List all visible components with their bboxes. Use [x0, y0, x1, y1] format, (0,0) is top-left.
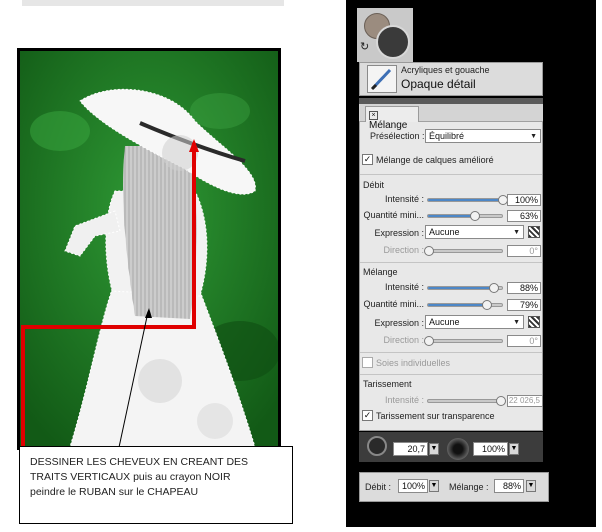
preset-dropdown[interactable]: Équilibré ▼: [425, 129, 541, 143]
debit-expression-label: Expression :: [374, 228, 424, 238]
brush-opacity-value[interactable]: 100%: [473, 442, 508, 456]
invert-expression-icon[interactable]: [528, 226, 540, 238]
debit-direction-slider[interactable]: [424, 246, 503, 256]
tarissement-transparency-checkbox[interactable]: ✓: [362, 410, 373, 421]
tab-close-icon[interactable]: ×: [369, 111, 378, 120]
tab-melange-label: Mélange: [369, 120, 408, 131]
chevron-down-icon: ▼: [530, 133, 537, 140]
brush-category-label: Acryliques et gouache: [401, 65, 490, 75]
melange-intensity-fill: [428, 287, 494, 289]
brush-opacity-dropdown-arrow[interactable]: ▼: [509, 443, 519, 455]
melange-min-qty-fill: [428, 304, 487, 306]
divider: [360, 174, 542, 175]
melange-intensity-knob[interactable]: [488, 283, 499, 293]
debit-intensity-fill: [428, 199, 502, 201]
melange-expression-dropdown[interactable]: Aucune ▼: [425, 315, 524, 329]
debit-intensity-label: Intensité :: [384, 194, 424, 204]
melange-direction-slider[interactable]: [424, 336, 503, 346]
melange-intensity-value[interactable]: 88%: [507, 282, 541, 294]
tarissement-intensity-slider[interactable]: [427, 396, 506, 406]
preset-value: Équilibré: [429, 131, 465, 141]
debit-intensity-slider[interactable]: [427, 195, 508, 205]
top-gray-strip: [22, 0, 284, 6]
tab-melange[interactable]: ×Mélange: [365, 106, 419, 131]
divider: [360, 262, 542, 263]
melange-direction-knob[interactable]: [424, 336, 434, 346]
debit-direction-label: Direction :: [383, 245, 424, 255]
melange-expression-value: Aucune: [429, 317, 460, 327]
divider: [360, 374, 542, 375]
status-melange-value[interactable]: 88%: [494, 479, 524, 493]
tarissement-section-title: Tarissement: [363, 379, 412, 389]
melange-expression-label: Expression :: [374, 318, 424, 328]
swap-colors-icon[interactable]: ↻: [360, 40, 369, 53]
melange-direction-value[interactable]: 0°: [507, 335, 541, 347]
brush-size-icon[interactable]: [367, 436, 387, 456]
painting-canvas[interactable]: [17, 48, 281, 450]
tarissement-intensity-value[interactable]: 22 026,5: [507, 395, 543, 407]
tarissement-intensity-label: Intensité :: [384, 395, 424, 405]
melange-direction-label: Direction :: [383, 335, 424, 345]
melange-min-qty-label: Quantité mini...: [363, 299, 424, 309]
melange-intensity-label: Intensité :: [384, 282, 424, 292]
debit-direction-knob[interactable]: [424, 246, 434, 256]
brush-variant-label: Opaque détail: [401, 77, 476, 91]
status-melange-label: Mélange :: [449, 482, 489, 492]
note-line-1: DESSINER LES CHEVEUX EN CREANT DES: [30, 456, 249, 468]
chevron-down-icon: ▼: [513, 319, 520, 326]
tarissement-intensity-knob[interactable]: [496, 396, 506, 406]
instruction-note: DESSINER LES CHEVEUX EN CREANT DES TRAIT…: [19, 446, 293, 524]
tarissement-transparency-label: Tarissement sur transparence: [376, 411, 495, 421]
soies-checkbox[interactable]: [362, 357, 373, 368]
invert-expression-icon[interactable]: [528, 316, 540, 328]
note-line-3: peindre le RUBAN sur le CHAPEAU: [30, 486, 199, 498]
debit-min-qty-slider[interactable]: [427, 211, 503, 221]
layer-mix-label: Mélange de calques amélioré: [376, 155, 494, 165]
primary-color-swatch[interactable]: [376, 25, 410, 59]
brush-size-dropdown-arrow[interactable]: ▼: [429, 443, 439, 455]
brush-size-value[interactable]: 20,7: [393, 442, 428, 456]
melange-min-qty-value[interactable]: 79%: [507, 299, 541, 311]
status-debit-label: Débit :: [365, 482, 392, 492]
chevron-down-icon: ▼: [513, 229, 520, 236]
note-line-2: TRAITS VERTICAUX puis au crayon NOIR: [30, 471, 231, 483]
screenshot-root: DESSINER LES CHEVEUX EN CREANT DES TRAIT…: [0, 0, 602, 532]
debit-section-title: Débit: [363, 180, 385, 190]
melange-section-title: Mélange: [363, 267, 398, 277]
status-debit-value[interactable]: 100%: [398, 479, 428, 493]
brush-icon: [370, 68, 392, 91]
status-melange-arrow[interactable]: ▼: [526, 480, 536, 492]
debit-expression-value: Aucune: [429, 227, 460, 237]
debit-min-qty-value[interactable]: 63%: [507, 210, 541, 222]
painting-image: [20, 51, 278, 447]
debit-intensity-value[interactable]: 100%: [507, 194, 541, 206]
debit-min-qty-label: Quantité mini...: [363, 210, 424, 220]
soies-label: Soies individuelles: [376, 358, 451, 368]
brush-opacity-icon[interactable]: [447, 438, 469, 460]
status-debit-arrow[interactable]: ▼: [429, 480, 439, 492]
melange-intensity-slider[interactable]: [427, 283, 503, 293]
debit-direction-value[interactable]: 0°: [507, 245, 541, 257]
melange-min-qty-knob[interactable]: [482, 300, 493, 310]
debit-expression-dropdown[interactable]: Aucune ▼: [425, 225, 524, 239]
debit-min-qty-knob[interactable]: [469, 211, 480, 221]
brush-category-icon[interactable]: [367, 65, 397, 93]
melange-min-qty-slider[interactable]: [427, 300, 503, 310]
debit-min-qty-fill: [428, 215, 475, 217]
divider: [360, 352, 542, 353]
layer-mix-checkbox[interactable]: ✓: [362, 154, 373, 165]
preset-label: Présélection :: [370, 131, 425, 141]
